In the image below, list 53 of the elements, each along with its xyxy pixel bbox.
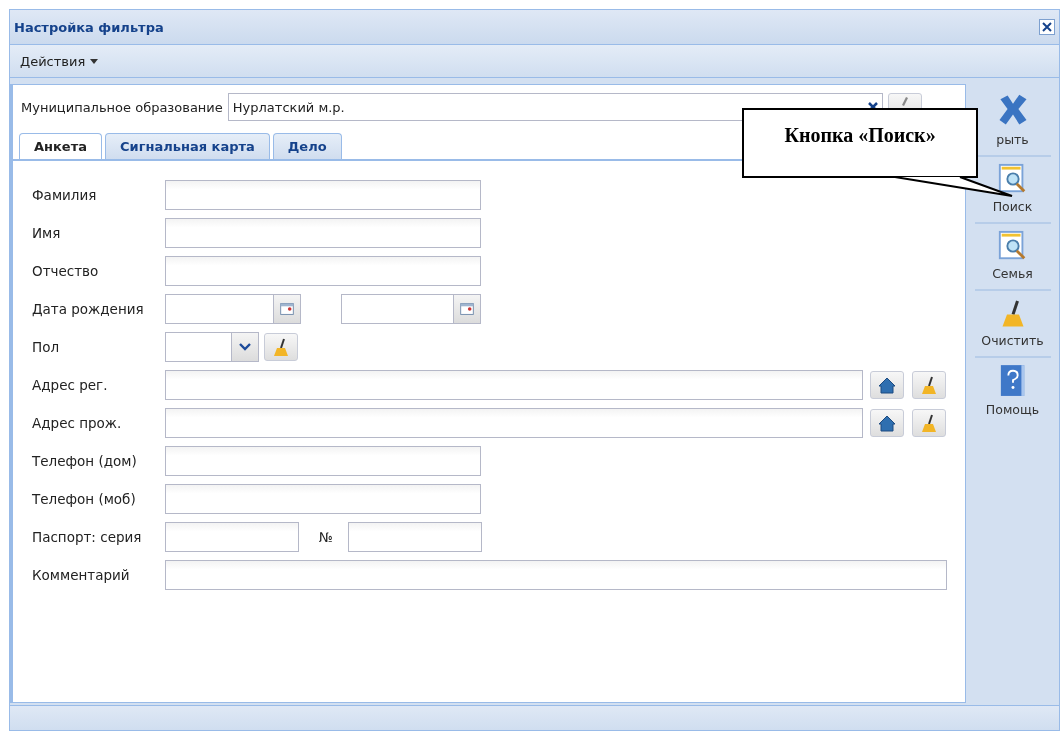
date-field[interactable] — [165, 294, 301, 324]
broom-icon — [919, 413, 939, 433]
input-field[interactable] — [165, 218, 481, 248]
input-field[interactable] — [165, 408, 863, 438]
field-label: Отчество — [32, 263, 100, 279]
calendar-icon[interactable] — [458, 300, 476, 318]
tab[interactable]: Дело — [272, 133, 342, 159]
help-button[interactable]: Помощь — [974, 358, 1051, 425]
field-label: Дата рождения — [32, 301, 145, 317]
address-button[interactable] — [870, 371, 904, 399]
dropdown-field[interactable] — [165, 332, 259, 362]
calendar-icon[interactable] — [278, 300, 296, 318]
caret-icon — [90, 58, 99, 64]
clear-button[interactable] — [912, 409, 946, 437]
input-field[interactable] — [165, 522, 299, 552]
field-label: Фамилия — [32, 187, 98, 203]
pencil-icon — [901, 97, 908, 106]
field-label: Имя — [32, 225, 62, 241]
house-icon — [877, 413, 897, 433]
field-label: Телефон (моб) — [32, 491, 137, 507]
close-icon — [1042, 22, 1052, 32]
search-button[interactable]: Семья — [974, 224, 1051, 291]
input-field[interactable] — [165, 484, 481, 514]
input-field[interactable] — [165, 446, 481, 476]
help-book-icon — [998, 364, 1027, 398]
date-field[interactable] — [341, 294, 481, 324]
input-field[interactable] — [165, 256, 481, 286]
tab[interactable]: Сигнальная карта — [105, 133, 270, 159]
address-button[interactable] — [870, 409, 904, 437]
input-field[interactable] — [165, 370, 863, 400]
window-title: Настройка фильтра — [14, 19, 164, 35]
field-value: Нурлатский м.р. — [232, 99, 345, 115]
field-label: Муниципальное образование — [21, 99, 223, 115]
field-label: Паспорт: серия — [32, 529, 143, 545]
input-field[interactable] — [165, 180, 481, 210]
field-label: Комментарий — [32, 567, 131, 583]
tab[interactable]: Анкета — [19, 133, 102, 159]
field-label: Телефон (дом) — [32, 453, 138, 469]
broom-icon — [271, 337, 291, 357]
input-field[interactable] — [165, 560, 947, 590]
clear-button[interactable] — [912, 371, 946, 399]
actions-menu[interactable]: Действия — [20, 53, 99, 69]
field-label: Пол — [32, 339, 61, 355]
house-icon — [877, 375, 897, 395]
chevron-down-icon — [239, 343, 251, 351]
number-label: № — [319, 529, 335, 545]
input-field[interactable] — [348, 522, 482, 552]
broom-icon — [919, 375, 939, 395]
broom-button[interactable]: Очистить — [974, 291, 1051, 358]
field-label: Адрес прож. — [32, 415, 123, 431]
close-button[interactable] — [1039, 19, 1055, 35]
clear-button[interactable] — [264, 333, 298, 361]
field-label: Адрес рег. — [32, 377, 109, 393]
